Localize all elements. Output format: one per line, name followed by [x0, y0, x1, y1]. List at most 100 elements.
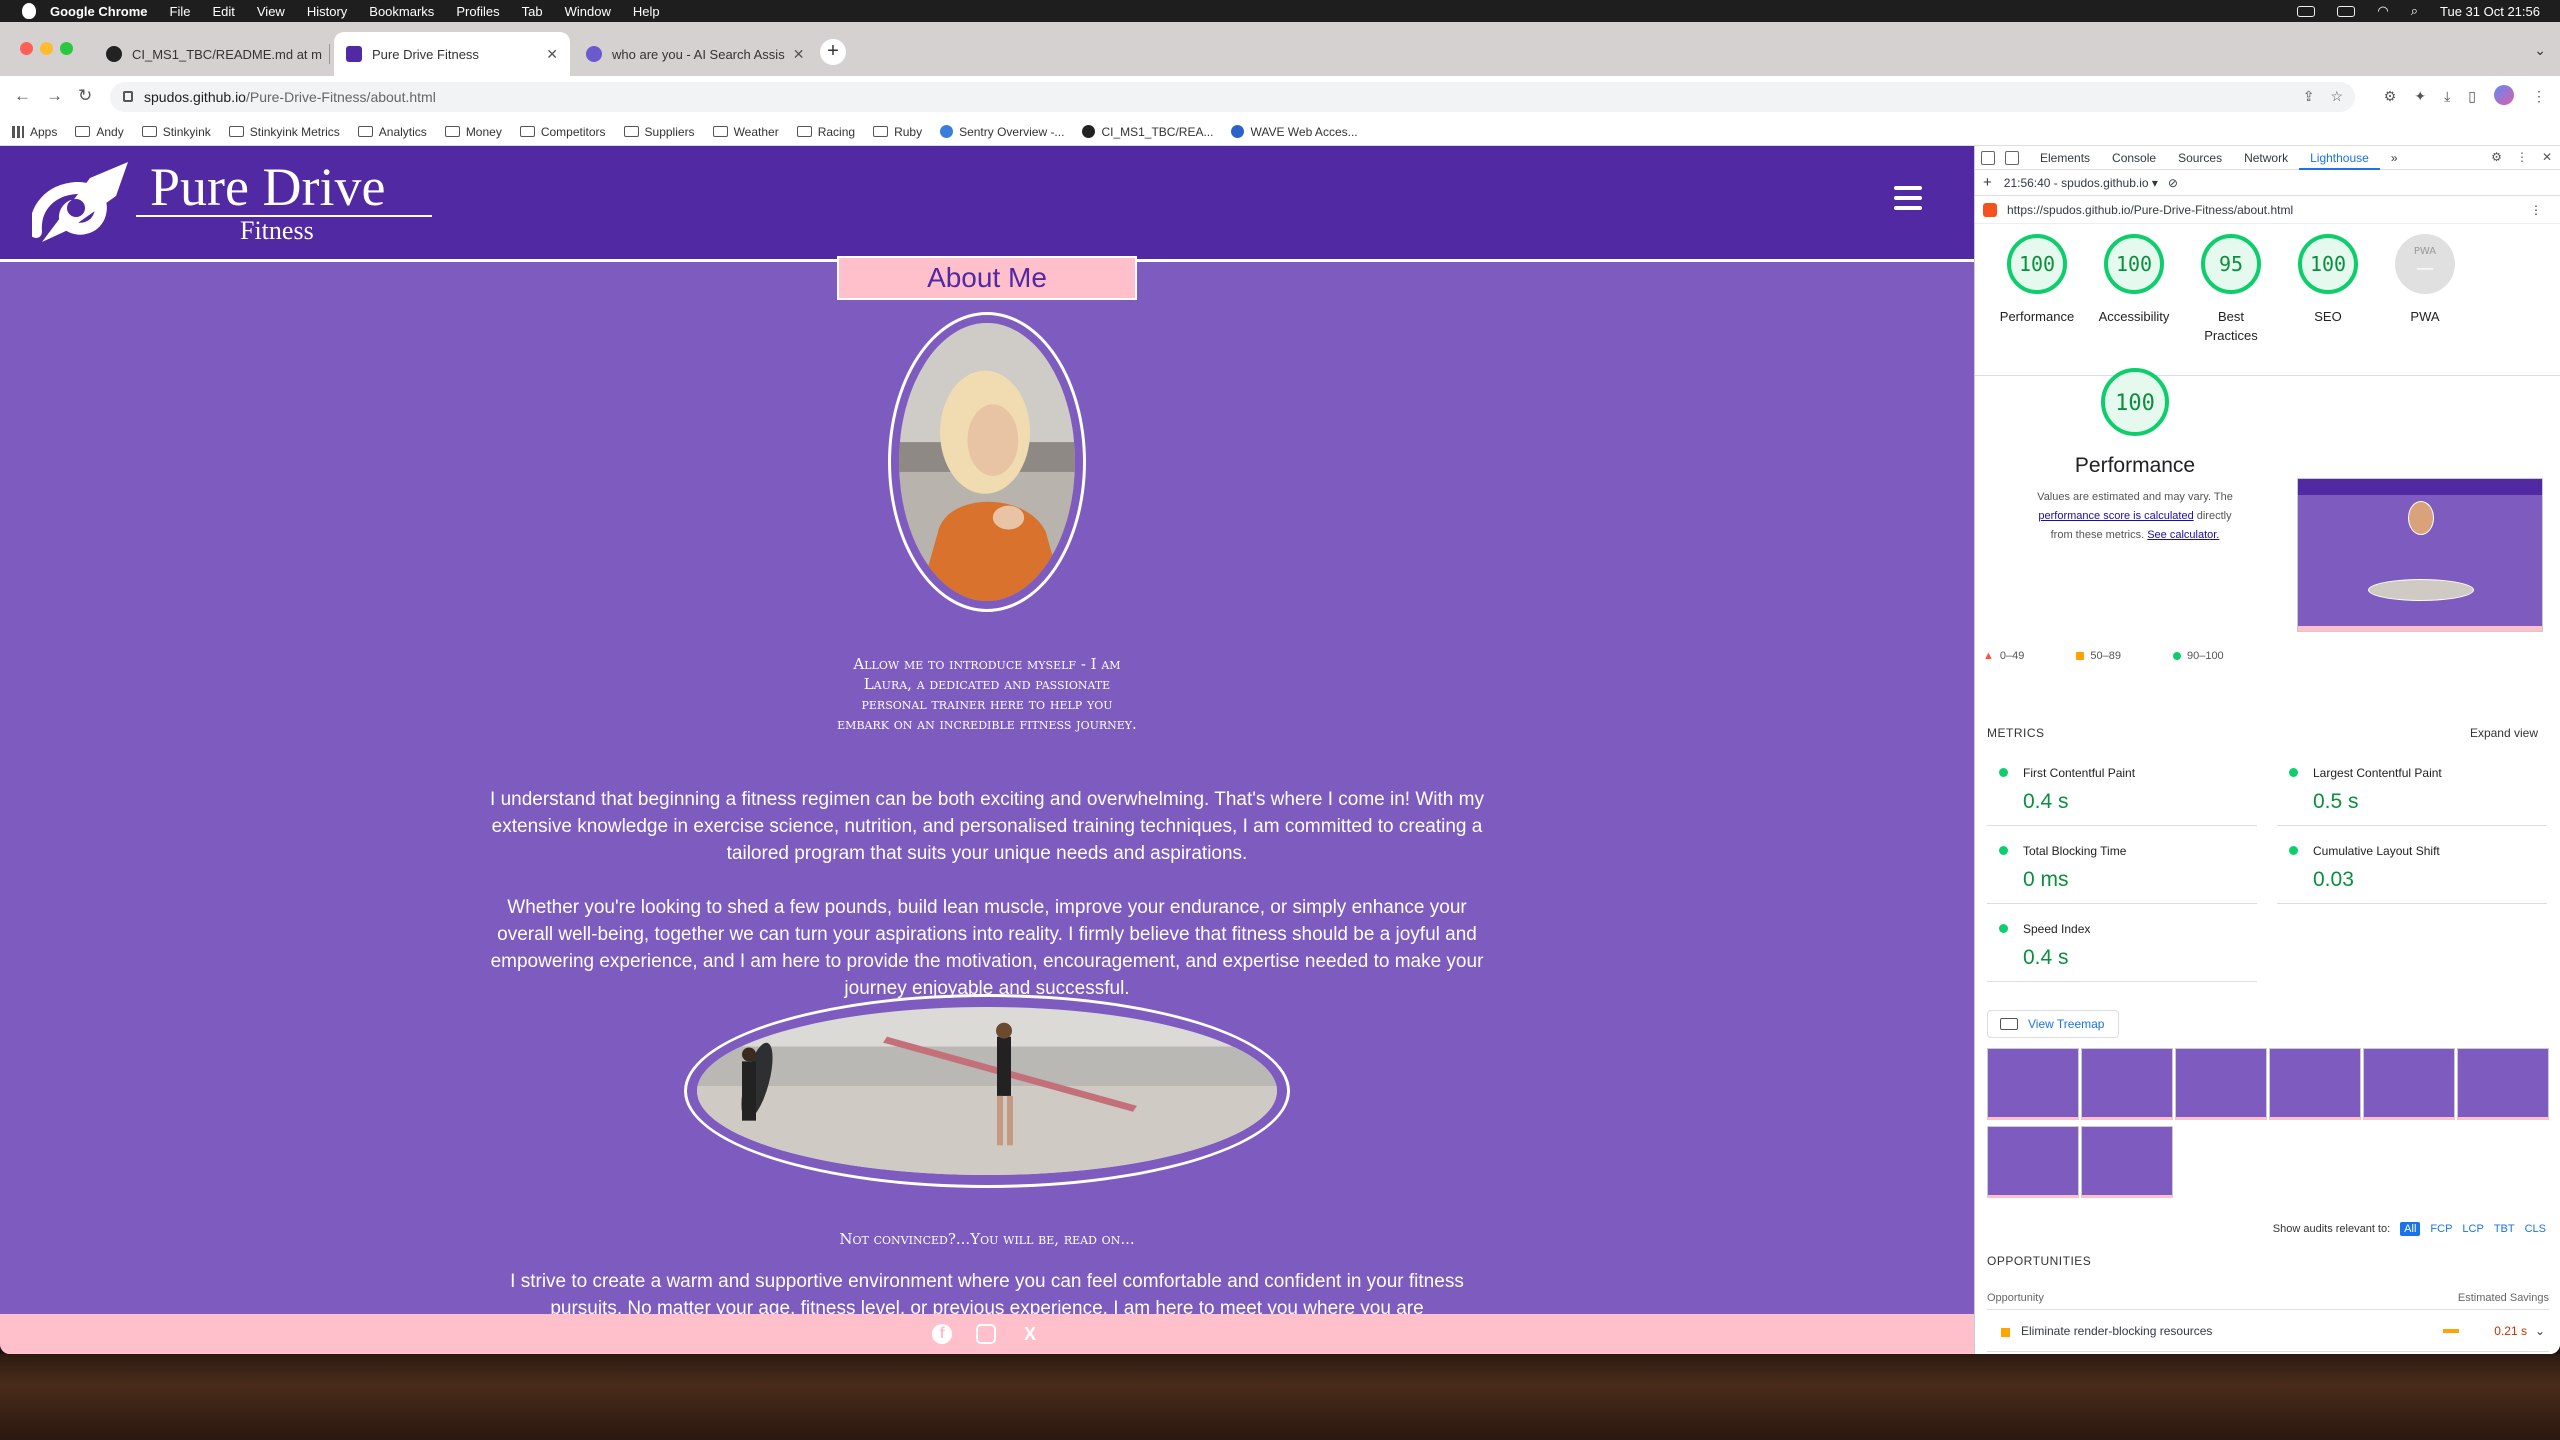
- bookmark-folder[interactable]: Competitors: [519, 125, 606, 139]
- menu-tab[interactable]: Tab: [522, 4, 543, 19]
- x-twitter-icon[interactable]: X: [1020, 1324, 1040, 1344]
- filter-lcp[interactable]: LCP: [2462, 1223, 2483, 1235]
- filmstrip-frame[interactable]: [2081, 1126, 2173, 1198]
- filter-tbt[interactable]: TBT: [2494, 1223, 2515, 1235]
- address-bar[interactable]: spudos.github.io/Pure-Drive-Fitness/abou…: [110, 82, 2355, 112]
- filter-cls[interactable]: CLS: [2525, 1223, 2546, 1235]
- extension-icon[interactable]: ⚙: [2384, 88, 2397, 105]
- bookmark-wave[interactable]: WAVE Web Acces...: [1231, 125, 1358, 139]
- bookmark-star-icon[interactable]: ☆: [2330, 88, 2343, 105]
- filter-all[interactable]: All: [2400, 1222, 2421, 1236]
- tab-elements[interactable]: Elements: [2029, 146, 2101, 170]
- close-tab-icon[interactable]: ✕: [785, 46, 805, 63]
- apple-logo-icon[interactable]: [22, 3, 36, 19]
- instagram-icon[interactable]: [976, 1324, 996, 1344]
- new-tab-button[interactable]: +: [820, 39, 846, 65]
- close-window-button[interactable]: [20, 42, 33, 55]
- search-icon[interactable]: ⌕: [2411, 3, 2418, 19]
- gauge-performance[interactable]: 100 Performance: [1997, 232, 2077, 326]
- close-devtools-icon[interactable]: ✕: [2542, 150, 2552, 164]
- bookmark-folder[interactable]: Ruby: [873, 125, 922, 139]
- bookmark-sentry[interactable]: Sentry Overview -...: [940, 125, 1064, 139]
- settings-gear-icon[interactable]: ⚙: [2491, 150, 2502, 164]
- menu-profiles[interactable]: Profiles: [456, 4, 499, 19]
- tab-pure-drive[interactable]: Pure Drive Fitness ✕: [334, 32, 570, 76]
- lock-icon[interactable]: [123, 91, 133, 102]
- more-tabs-icon[interactable]: »: [2380, 146, 2409, 170]
- menu-app-name[interactable]: Google Chrome: [50, 4, 148, 19]
- filmstrip-frame[interactable]: [2457, 1048, 2549, 1120]
- minimize-window-button[interactable]: [40, 42, 53, 55]
- bookmark-folder[interactable]: Weather: [712, 125, 779, 139]
- devtools-menu-icon[interactable]: ⋮: [2516, 150, 2528, 164]
- tab-network[interactable]: Network: [2233, 146, 2299, 170]
- side-panel-icon[interactable]: ▯: [2468, 88, 2476, 105]
- filmstrip-frame[interactable]: [2081, 1048, 2173, 1120]
- inspect-element-icon[interactable]: [1981, 150, 1995, 165]
- filmstrip-frame[interactable]: [2175, 1048, 2267, 1120]
- bookmark-folder[interactable]: Money: [444, 125, 502, 139]
- menu-edit[interactable]: Edit: [212, 4, 234, 19]
- reload-icon[interactable]: ↻: [78, 86, 92, 106]
- tab-ai-search[interactable]: who are you - AI Search Assis ✕: [574, 32, 810, 76]
- tab-lighthouse[interactable]: Lighthouse: [2299, 146, 2380, 170]
- gauge-seo[interactable]: 100 SEO: [2288, 232, 2368, 326]
- gauge-accessibility[interactable]: 100 Accessibility: [2094, 232, 2174, 326]
- report-selector[interactable]: 21:56:40 - spudos.github.io ▾: [2004, 176, 2158, 190]
- see-calculator-link[interactable]: See calculator.: [2147, 529, 2219, 541]
- filmstrip-frame[interactable]: [2363, 1048, 2455, 1120]
- clock[interactable]: Tue 31 Oct 21:56: [2440, 4, 2540, 19]
- report-url[interactable]: https://spudos.github.io/Pure-Drive-Fitn…: [2007, 203, 2293, 217]
- kebab-menu-icon[interactable]: ⋮: [2532, 88, 2546, 105]
- menu-file[interactable]: File: [170, 4, 191, 19]
- menu-history[interactable]: History: [307, 4, 347, 19]
- expand-view-toggle[interactable]: Expand view: [2470, 726, 2538, 740]
- menu-view[interactable]: View: [257, 4, 285, 19]
- battery-icon[interactable]: [2337, 5, 2356, 17]
- pure-drive-logo-icon[interactable]: [32, 156, 132, 252]
- filter-fcp[interactable]: FCP: [2430, 1223, 2452, 1235]
- new-report-icon[interactable]: +: [1983, 174, 1992, 191]
- menu-bookmarks[interactable]: Bookmarks: [369, 4, 434, 19]
- close-tab-icon[interactable]: ✕: [538, 46, 558, 63]
- filmstrip-frame[interactable]: [1987, 1048, 2079, 1120]
- chevron-down-icon[interactable]: ⌄: [2535, 1324, 2545, 1338]
- share-icon[interactable]: ⇪: [2303, 88, 2315, 105]
- report-menu-icon[interactable]: ⋮: [2530, 203, 2542, 217]
- filmstrip-frame[interactable]: [1987, 1126, 2079, 1198]
- menu-window[interactable]: Window: [565, 4, 611, 19]
- device-toolbar-icon[interactable]: [2005, 150, 2019, 165]
- hamburger-menu-icon[interactable]: [1894, 186, 1922, 210]
- gauge-best-practices[interactable]: 95 Best Practices: [2191, 232, 2271, 345]
- facebook-icon[interactable]: f: [932, 1324, 952, 1344]
- bookmark-folder[interactable]: Suppliers: [623, 125, 695, 139]
- forward-icon[interactable]: →: [46, 86, 63, 106]
- back-icon[interactable]: ←: [14, 86, 31, 106]
- zoom-window-button[interactable]: [60, 42, 73, 55]
- gauge-pwa[interactable]: PWA — PWA: [2385, 232, 2465, 326]
- brand-title[interactable]: Pure Drive: [150, 160, 385, 214]
- bookmark-folder[interactable]: Stinkyink Metrics: [228, 125, 340, 139]
- tab-search-icon[interactable]: ⌄: [2534, 42, 2546, 59]
- view-treemap-button[interactable]: View Treemap: [1987, 1010, 2119, 1038]
- bookmark-folder[interactable]: Stinkyink: [141, 125, 211, 139]
- bookmark-folder[interactable]: Analytics: [357, 125, 427, 139]
- download-icon[interactable]: ⤓: [2444, 88, 2450, 105]
- bookmark-apps[interactable]: Apps: [12, 125, 57, 139]
- final-screenshot-thumbnail[interactable]: [2297, 478, 2543, 632]
- score-calculated-link[interactable]: performance score is calculated: [2038, 510, 2193, 522]
- menu-help[interactable]: Help: [633, 4, 660, 19]
- opportunity-row[interactable]: Eliminate render-blocking resources 0.21…: [1987, 1324, 2549, 1352]
- tab-console[interactable]: Console: [2101, 146, 2167, 170]
- bookmark-folder[interactable]: Andy: [75, 125, 124, 139]
- filmstrip-frame[interactable]: [2269, 1048, 2361, 1120]
- tab-readme[interactable]: CI_MS1_TBC/README.md at m ✕: [94, 32, 330, 76]
- bookmark-folder[interactable]: Racing: [796, 125, 855, 139]
- bookmark-github[interactable]: CI_MS1_TBC/REA...: [1082, 125, 1213, 139]
- puzzle-icon[interactable]: ✦: [2414, 88, 2426, 105]
- cloud-icon[interactable]: [2297, 5, 2316, 17]
- clear-reports-icon[interactable]: ⊘: [2168, 176, 2178, 190]
- wifi-icon[interactable]: ◠: [2377, 3, 2388, 19]
- profile-avatar-icon[interactable]: [2494, 85, 2514, 105]
- tab-sources[interactable]: Sources: [2167, 146, 2233, 170]
